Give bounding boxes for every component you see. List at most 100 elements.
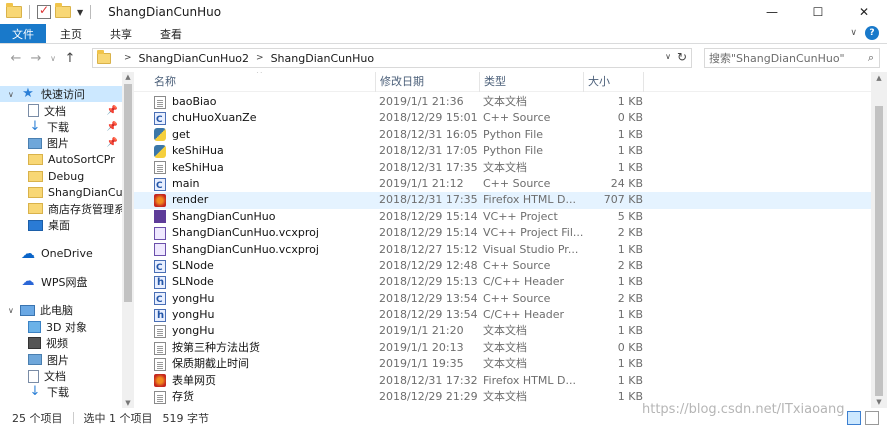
table-row[interactable]: SLNode 2018/12/29 12:48 C++ Source 2 KB (134, 258, 871, 274)
recent-locations-chevron-icon[interactable]: ∨ (46, 54, 60, 63)
collapse-chevron-icon[interactable]: ∨ (8, 306, 20, 315)
new-folder-icon[interactable] (55, 3, 71, 18)
table-row[interactable]: yongHu 2018/12/29 13:54 C++ Source 2 KB (134, 291, 871, 307)
scrollbar-thumb[interactable] (124, 84, 132, 302)
sidebar-item[interactable]: 桌面 (0, 217, 134, 233)
refresh-icon[interactable]: ↻ (677, 50, 687, 64)
sidebar-item-wps[interactable]: ☁ WPS网盘 (0, 274, 134, 290)
tab-view[interactable]: 查看 (146, 24, 196, 43)
customize-toolbar-chevron-icon[interactable]: ▼ (77, 8, 83, 17)
table-row[interactable]: SLNode 2018/12/29 15:13 C/C++ Header 1 KB (134, 274, 871, 291)
tab-file[interactable]: 文件 (0, 24, 46, 43)
column-header-name[interactable]: 名称 (150, 72, 376, 92)
sidebar-item[interactable]: 3D 对象 (0, 319, 134, 335)
file-date: 2018/12/29 12:48 (379, 258, 477, 272)
breadcrumb-chevron-icon[interactable]: > (124, 53, 132, 63)
table-row[interactable]: main 2019/1/1 21:12 C++ Source 24 KB (134, 176, 871, 192)
search-input[interactable]: 搜索"ShangDianCunHuo" ⌕ (704, 48, 880, 68)
sidebar-item-quick-access[interactable]: ∨ ★ 快速访问 (0, 86, 134, 103)
address-bar[interactable]: > ShangDianCunHuo2 > ShangDianCunHuo ∨ ↻ (92, 48, 692, 68)
sidebar-item[interactable]: 图片 (0, 351, 134, 367)
pin-icon[interactable]: 📌 (107, 106, 118, 116)
sidebar-item[interactable]: ShangDianCunI (0, 184, 134, 200)
navigation-pane-scrollbar[interactable]: ▲ ▼ (122, 72, 134, 408)
file-size: 0 KB (617, 340, 643, 354)
table-row[interactable]: yongHu 2018/12/29 13:54 C/C++ Header 1 KB (134, 307, 871, 323)
table-row[interactable]: 保质期截止时间 2019/1/1 19:35 文本文档 1 KB (134, 356, 871, 372)
sidebar-item[interactable]: 商店存货管理系 (0, 201, 134, 217)
video-icon (28, 337, 41, 350)
scroll-up-arrow-icon[interactable]: ▲ (122, 73, 134, 81)
forward-arrow-icon[interactable]: → (26, 51, 46, 66)
file-name: yongHu (172, 308, 215, 322)
scroll-up-arrow-icon[interactable]: ▲ (871, 74, 887, 82)
folder-icon[interactable] (6, 3, 22, 18)
tab-home[interactable]: 主页 (46, 24, 96, 43)
table-row[interactable]: ShangDianCunHuo.vcxproj 2018/12/27 15:12 V… (134, 242, 871, 258)
sidebar-item[interactable]: ↓ 下载 📌 (0, 119, 134, 135)
table-row[interactable]: chuHuoXuanZe 2018/12/29 15:01 C++ Source 0 … (134, 110, 871, 127)
table-row[interactable]: keShiHua 2018/12/31 17:35 文本文档 1 KB (134, 160, 871, 176)
close-button[interactable]: ✕ (841, 0, 887, 24)
table-row[interactable]: render 2018/12/31 17:35 Firefox HTML D... 7… (134, 192, 871, 209)
sidebar-item[interactable]: 文档 📌 (0, 102, 134, 118)
back-arrow-icon[interactable]: ← (6, 51, 26, 66)
file-type: VC++ Project (483, 209, 558, 223)
file-date: 2018/12/31 17:32 (379, 373, 477, 387)
maximize-button[interactable]: ☐ (795, 0, 841, 24)
ribbon-right: ∨ ? (850, 26, 879, 40)
help-icon[interactable]: ? (865, 26, 879, 40)
table-row[interactable]: 表单网页 2018/12/31 17:32 Firefox HTML D... 1 K… (134, 373, 871, 389)
pin-icon[interactable]: 📌 (107, 138, 118, 148)
column-header-type[interactable]: 类型 (480, 72, 584, 92)
sidebar-item[interactable]: Debug (0, 168, 134, 184)
sidebar-item[interactable]: 文档 (0, 368, 134, 384)
scrollbar-thumb[interactable] (875, 106, 883, 396)
sidebar-item[interactable]: 视频 (0, 335, 134, 351)
up-arrow-icon[interactable]: ↑ (60, 51, 80, 66)
sidebar-item[interactable]: AutoSortCPr (0, 152, 134, 168)
file-list-scrollbar[interactable]: ▲ ▼ (871, 72, 887, 408)
table-row[interactable]: baoBiao 2019/1/1 21:36 文本文档 1 KB (134, 94, 871, 110)
file-py-icon (154, 128, 166, 142)
file-name-cell: baoBiao (154, 94, 372, 110)
pin-icon[interactable]: 📌 (107, 122, 118, 132)
wps-cloud-icon: ☁ (21, 274, 35, 290)
properties-icon[interactable] (37, 3, 51, 19)
table-row[interactable]: ShangDianCunHuo 2018/12/29 15:14 VC++ Proj… (134, 209, 871, 225)
file-name-cell: 表单网页 (154, 373, 372, 389)
table-row[interactable]: get 2018/12/31 16:05 Python File 1 KB (134, 127, 871, 143)
sidebar-item-onedrive[interactable]: ☁ OneDrive (0, 246, 134, 262)
document-icon (28, 104, 39, 118)
large-icons-view-icon[interactable] (865, 411, 879, 425)
file-name: ShangDianCunHuo (172, 209, 276, 223)
file-rows: baoBiao2019/1/1 21:36文本文档1 KBchuHuoXuanZ… (134, 94, 871, 405)
file-name: chuHuoXuanZe (172, 111, 257, 125)
scroll-down-arrow-icon[interactable]: ▼ (122, 399, 134, 407)
address-history-chevron-icon[interactable]: ∨ (665, 52, 671, 61)
minimize-button[interactable]: — (749, 0, 795, 24)
watermark: https://blog.csdn.net/ITxiaoang (642, 402, 845, 417)
file-name: 保质期截止时间 (172, 357, 249, 371)
column-headers: ^ 名称 修改日期 类型 大小 (134, 72, 871, 92)
scroll-down-arrow-icon[interactable]: ▼ (871, 398, 887, 406)
sidebar-item[interactable]: 图片 📌 (0, 135, 134, 151)
tab-share[interactable]: 共享 (96, 24, 146, 43)
sidebar-item[interactable]: ↓ 下载 (0, 384, 134, 400)
column-header-date[interactable]: 修改日期 (376, 72, 480, 92)
sidebar-item-this-pc[interactable]: ∨ 此电脑 (0, 302, 134, 318)
file-type: C/C++ Header (483, 308, 565, 322)
expand-ribbon-chevron-icon[interactable]: ∨ (850, 28, 857, 38)
table-row[interactable]: 按第三种方法出货 2019/1/1 20:13 文本文档 0 KB (134, 340, 871, 356)
breadcrumb-item[interactable]: ShangDianCunHuo2 (139, 52, 249, 65)
breadcrumb-chevron-icon[interactable]: > (256, 53, 264, 63)
column-header-size[interactable]: 大小 (584, 72, 644, 92)
table-row[interactable]: ShangDianCunHuo.vcxproj 2018/12/29 15:14 V… (134, 225, 871, 241)
table-row[interactable]: yongHu 2019/1/1 21:20 文本文档 1 KB (134, 323, 871, 339)
sidebar-item-label: 下载 (47, 386, 69, 400)
collapse-chevron-icon[interactable]: ∨ (8, 90, 20, 99)
table-row[interactable]: keShiHua 2018/12/31 17:05 Python File 1 KB (134, 143, 871, 159)
search-icon: ⌕ (867, 51, 874, 64)
details-view-icon[interactable] (847, 411, 861, 425)
breadcrumb-item[interactable]: ShangDianCunHuo (271, 52, 375, 65)
